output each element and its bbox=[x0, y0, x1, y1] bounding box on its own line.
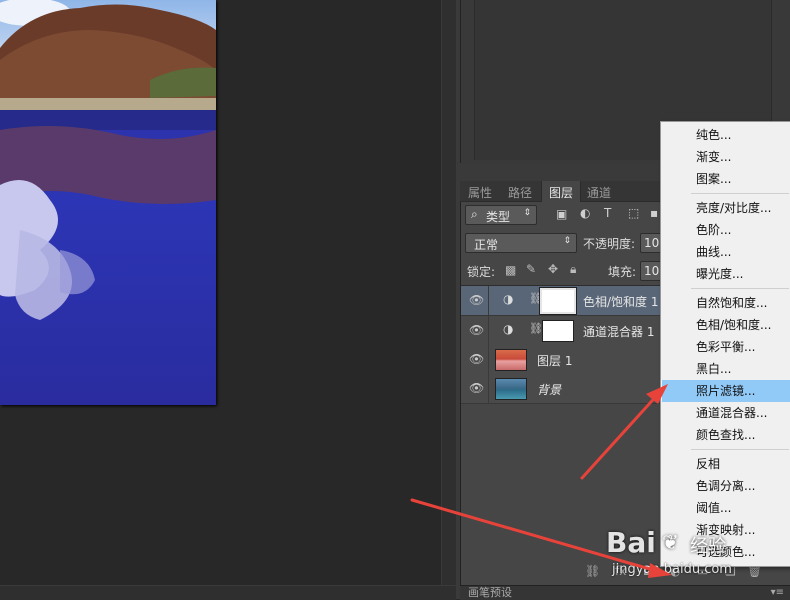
layer-thumbnail[interactable] bbox=[495, 378, 527, 400]
eye-icon[interactable]: 👁︎ bbox=[469, 293, 484, 307]
menu-item-label: 色彩平衡... bbox=[696, 340, 756, 354]
layer-row-layer1[interactable]: 👁︎ 图层 1 bbox=[461, 345, 661, 375]
tab-paths[interactable]: 路径 bbox=[508, 184, 532, 201]
menu-item-label: 色阶... bbox=[696, 223, 732, 237]
search-icon: ⌕ bbox=[471, 207, 478, 221]
updown-arrow-icon: ⇕ bbox=[523, 208, 531, 218]
menu-item-label: 黑白... bbox=[696, 362, 732, 376]
menu-item-solid-color[interactable]: 纯色... bbox=[662, 124, 790, 146]
menu-item-color-lookup[interactable]: 颜色查找... bbox=[662, 424, 790, 446]
mask-icon[interactable]: ◘ bbox=[643, 564, 653, 578]
tab-properties[interactable]: 属性 bbox=[468, 184, 492, 201]
menu-item-label: 阈值... bbox=[696, 501, 732, 515]
adjustment-layer-icon: ◑ bbox=[503, 322, 514, 336]
eye-icon[interactable]: 👁︎ bbox=[469, 323, 484, 337]
divider bbox=[488, 316, 489, 345]
layer-row-background[interactable]: 👁︎ 背景 bbox=[461, 374, 661, 404]
menu-item-selective-color[interactable]: 可选颜色... bbox=[662, 541, 790, 563]
lock-paint-icon[interactable]: ✎ bbox=[526, 262, 536, 276]
menu-item-vibrance[interactable]: 自然饱和度... bbox=[662, 292, 790, 314]
menu-item-invert[interactable]: 反相 bbox=[662, 453, 790, 475]
divider bbox=[488, 374, 489, 403]
menu-separator bbox=[691, 449, 789, 450]
blend-mode-value: 正常 bbox=[474, 238, 499, 252]
layer-thumbnail[interactable] bbox=[495, 349, 527, 371]
menu-item-hue-saturation[interactable]: 色相/饱和度... bbox=[662, 314, 790, 336]
lock-all-icon[interactable]: 🔒︎ bbox=[570, 262, 576, 277]
layer-row-hue-saturation[interactable]: 👁︎ ◑ ⛓︎ 色相/饱和度 1 bbox=[461, 286, 661, 316]
type-filter-icon[interactable]: T bbox=[604, 206, 611, 220]
adjustment-layer-icon: ◑ bbox=[503, 292, 514, 306]
menu-item-label: 图案... bbox=[696, 172, 732, 186]
filter-kind-label: 类型 bbox=[486, 210, 511, 224]
fx-icon[interactable]: fx bbox=[615, 564, 626, 578]
menu-item-pattern[interactable]: 图案... bbox=[662, 168, 790, 190]
adjustment-context-menu: 纯色... 渐变... 图案... 亮度/对比度... 色阶... 曲线... … bbox=[660, 121, 790, 567]
fill-label: 填充: bbox=[608, 265, 637, 279]
layer-name[interactable]: 色相/饱和度 1 bbox=[583, 293, 659, 310]
layer-row-channel-mixer[interactable]: 👁︎ ◑ ⛓︎ 通道混合器 1 bbox=[461, 316, 661, 346]
bottom-panel-bar: 画笔预设 ▾≡ bbox=[460, 585, 790, 600]
menu-item-brightness-contrast[interactable]: 亮度/对比度... bbox=[662, 197, 790, 219]
link-layers-icon[interactable]: ⛓︎ bbox=[585, 564, 600, 578]
menu-item-label: 亮度/对比度... bbox=[696, 201, 772, 215]
link-icon[interactable]: ⛓︎ bbox=[529, 322, 543, 335]
menu-item-gradient-map[interactable]: 渐变映射... bbox=[662, 519, 790, 541]
menu-item-label: 可选颜色... bbox=[696, 545, 756, 559]
eye-icon[interactable]: 👁︎ bbox=[469, 381, 484, 395]
menu-item-label: 照片滤镜... bbox=[696, 384, 756, 398]
adjustment-filter-icon[interactable]: ◐ bbox=[580, 206, 590, 220]
menu-item-color-balance[interactable]: 色彩平衡... bbox=[662, 336, 790, 358]
menu-item-label: 通道混合器... bbox=[696, 406, 768, 420]
opacity-label: 不透明度: bbox=[583, 237, 636, 251]
lock-position-icon[interactable]: ✥ bbox=[548, 262, 558, 276]
menu-item-label: 渐变... bbox=[696, 150, 732, 164]
menu-item-channel-mixer[interactable]: 通道混合器... bbox=[662, 402, 790, 424]
menu-item-photo-filter[interactable]: 照片滤镜... bbox=[662, 380, 790, 402]
menu-item-label: 自然饱和度... bbox=[696, 296, 768, 310]
menu-item-label: 曝光度... bbox=[696, 267, 744, 281]
image-filter-icon[interactable]: ▣ bbox=[556, 207, 567, 221]
layer-filter-select[interactable]: ⌕ 类型 ⇕ bbox=[465, 205, 537, 225]
layer-mask-thumbnail[interactable] bbox=[542, 320, 574, 342]
lake-photo bbox=[0, 0, 216, 405]
menu-item-label: 色相/饱和度... bbox=[696, 318, 772, 332]
menu-item-levels[interactable]: 色阶... bbox=[662, 219, 790, 241]
menu-separator bbox=[691, 288, 789, 289]
tab-channels[interactable]: 通道 bbox=[587, 184, 611, 201]
menu-item-gradient[interactable]: 渐变... bbox=[662, 146, 790, 168]
menu-item-exposure[interactable]: 曝光度... bbox=[662, 263, 790, 285]
menu-item-black-white[interactable]: 黑白... bbox=[662, 358, 790, 380]
shape-filter-icon[interactable]: ⬚ bbox=[628, 206, 639, 220]
eye-icon[interactable]: 👁︎ bbox=[469, 352, 484, 366]
brush-presets-tab[interactable]: 画笔预设 bbox=[468, 586, 512, 599]
menu-item-label: 曲线... bbox=[696, 245, 732, 259]
smart-object-filter-icon[interactable]: ▪ bbox=[650, 206, 658, 220]
menu-item-label: 反相 bbox=[696, 457, 721, 471]
canvas-horizontal-scrollbar[interactable] bbox=[0, 585, 456, 600]
menu-item-posterize[interactable]: 色调分离... bbox=[662, 475, 790, 497]
lock-label: 锁定: bbox=[467, 265, 496, 279]
lock-transparent-icon[interactable]: ▩ bbox=[505, 263, 516, 277]
layer-name[interactable]: 背景 bbox=[537, 381, 561, 398]
menu-item-label: 纯色... bbox=[696, 128, 732, 142]
updown-arrow-icon: ⇕ bbox=[563, 236, 571, 246]
divider bbox=[488, 345, 489, 374]
panel-menu-icon[interactable]: ▾≡ bbox=[771, 586, 784, 599]
canvas-vertical-scrollbar[interactable] bbox=[441, 0, 456, 585]
menu-item-threshold[interactable]: 阈值... bbox=[662, 497, 790, 519]
menu-item-label: 色调分离... bbox=[696, 479, 756, 493]
blend-mode-select[interactable]: 正常 ⇕ bbox=[465, 233, 577, 253]
menu-item-label: 颜色查找... bbox=[696, 428, 756, 442]
menu-separator bbox=[691, 193, 789, 194]
layer-name[interactable]: 通道混合器 1 bbox=[583, 323, 654, 340]
divider bbox=[488, 286, 489, 315]
tab-layers[interactable]: 图层 bbox=[549, 184, 574, 201]
menu-item-label: 渐变映射... bbox=[696, 523, 756, 537]
layer-mask-thumbnail[interactable] bbox=[539, 287, 577, 315]
menu-item-curves[interactable]: 曲线... bbox=[662, 241, 790, 263]
layer-name[interactable]: 图层 1 bbox=[537, 352, 572, 369]
